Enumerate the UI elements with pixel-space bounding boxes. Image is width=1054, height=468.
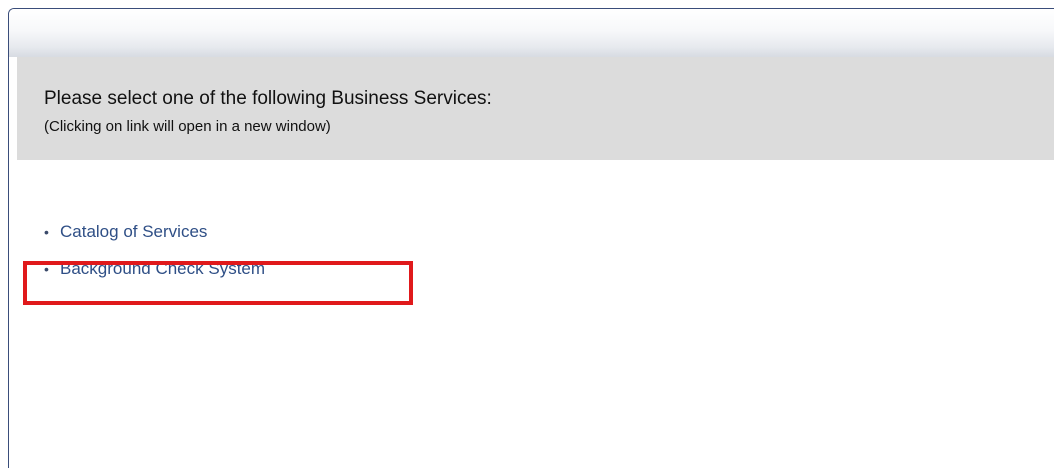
bullet-icon: •: [44, 261, 49, 277]
catalog-of-services-link[interactable]: Catalog of Services: [60, 222, 207, 241]
header-band: [9, 9, 1054, 57]
background-check-system-link[interactable]: Background Check System: [60, 259, 265, 278]
info-title: Please select one of the following Busin…: [44, 88, 492, 109]
list-item-catalog-of-services: • Catalog of Services: [44, 222, 265, 259]
list-item-background-check-system: • Background Check System: [44, 259, 265, 296]
info-panel: Please select one of the following Busin…: [17, 57, 1054, 160]
info-subtitle: (Clicking on link will open in a new win…: [44, 118, 331, 135]
services-list: • Catalog of Services • Background Check S…: [44, 222, 265, 296]
bullet-icon: •: [44, 224, 49, 240]
